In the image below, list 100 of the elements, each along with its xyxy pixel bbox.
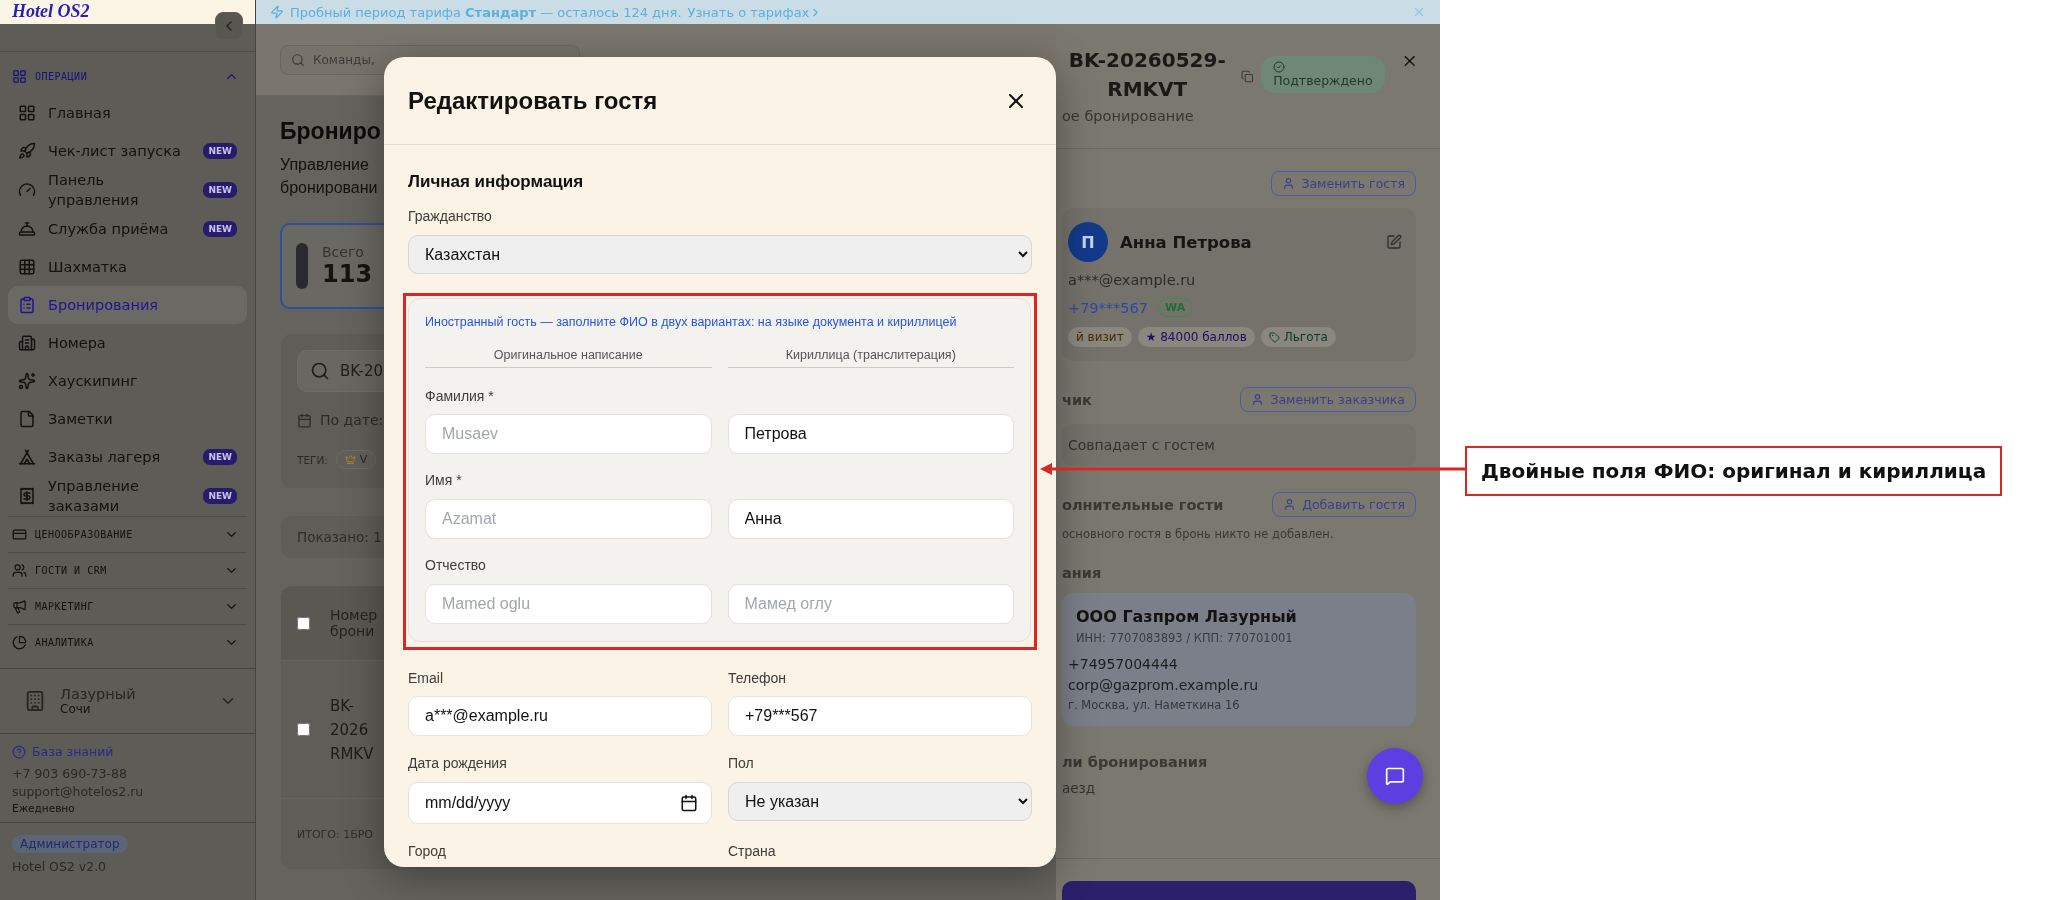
field-label: аезд xyxy=(1062,780,1097,796)
grid-icon xyxy=(12,68,27,84)
column-heading: Оригинальное написание xyxy=(425,347,712,368)
name-field[interactable]: Mamed oglu xyxy=(425,584,712,624)
field-label: Имя * xyxy=(425,471,463,489)
search-icon xyxy=(310,361,330,381)
users-icon xyxy=(12,563,27,578)
hotel-city: Сочи xyxy=(60,702,92,716)
booking-number: BK-2026 RMKV xyxy=(330,695,375,765)
field-label: Страна xyxy=(728,842,777,860)
nav-item[interactable]: Главная xyxy=(8,94,247,132)
company-ids: ИНН: 7707083893 / КПП: 770701001 xyxy=(1075,631,1294,645)
annotation-label: Двойные поля ФИО: оригинал и кириллица xyxy=(1465,446,2003,496)
date-field[interactable]: mm/dd/yyyy xyxy=(408,782,712,824)
field-label: Email xyxy=(408,669,444,687)
calendar-icon[interactable] xyxy=(680,794,698,812)
company-phone: +74957004444 xyxy=(1068,656,1179,672)
company-name: ООО Газпром Лазурный xyxy=(1075,607,1298,626)
company-email: corp@gazprom.example.ru xyxy=(1068,677,1260,693)
pricing-link[interactable]: Узнать о тарифах xyxy=(687,4,823,20)
guest-email: a***@example.ru xyxy=(1068,272,1196,288)
user-icon xyxy=(1251,393,1265,406)
guest-tag: ★ 84000 баллов xyxy=(1137,327,1255,347)
replace-customer-button[interactable]: Заменить заказчика xyxy=(1240,387,1416,412)
banner-text: Пробный период тарифа Стандарт — осталось 124 дня. xyxy=(290,4,682,20)
name-field[interactable]: Мамед оглу xyxy=(727,584,1014,624)
nav-section-header[interactable]: ГОСТИ И CRM xyxy=(8,552,247,588)
nav-item[interactable]: Управление заказами NEW xyxy=(8,476,247,516)
booking-subtitle: ое бронирование xyxy=(1061,107,1195,124)
user-icon xyxy=(1282,177,1296,190)
lightning-icon xyxy=(270,5,284,19)
field-label: Отчество xyxy=(425,556,487,574)
close-icon xyxy=(1412,5,1426,19)
collapse-button[interactable] xyxy=(215,12,243,40)
edit-icon[interactable] xyxy=(1386,234,1402,250)
new-badge: NEW xyxy=(203,182,237,198)
hotel-selector[interactable]: Лазурный Сочи xyxy=(0,668,255,734)
new-badge: NEW xyxy=(203,143,237,159)
card-icon xyxy=(12,527,27,542)
chat-icon xyxy=(1385,766,1405,786)
nav-item[interactable]: Служба приёма NEW xyxy=(8,210,247,248)
customer-note: Совпадает с гостем xyxy=(1062,424,1416,466)
name-field[interactable]: Петрова xyxy=(727,414,1014,454)
stat-value: 113 xyxy=(322,260,373,288)
calendar-icon xyxy=(297,412,312,428)
row-checkbox[interactable] xyxy=(297,723,310,736)
chat-button[interactable] xyxy=(1367,748,1423,804)
tent-icon xyxy=(18,448,36,466)
gender-select[interactable]: Не указан xyxy=(728,782,1032,821)
guest-phone[interactable]: +79***567 xyxy=(1068,299,1149,316)
nav-item[interactable]: Заметки xyxy=(8,400,247,438)
page-subtitle: Управление xyxy=(280,155,369,175)
stat-indicator xyxy=(296,243,308,289)
nav-section-header[interactable]: АНАЛИТИКА xyxy=(8,624,247,660)
crown-icon xyxy=(344,454,356,465)
new-badge: NEW xyxy=(203,449,237,465)
select-all-checkbox[interactable] xyxy=(297,616,310,630)
add-guest-button[interactable]: Добавить гостя xyxy=(1272,492,1416,517)
rocket-icon xyxy=(18,142,36,160)
grid-icon xyxy=(18,258,36,276)
field-label: Пол xyxy=(728,754,755,772)
nav-item[interactable]: Хаускипинг xyxy=(8,362,247,400)
nav-item[interactable]: Чек-лист запуска NEW xyxy=(8,132,247,170)
name-field[interactable]: Musaev xyxy=(425,414,712,454)
file-icon xyxy=(18,410,36,428)
sparkles-icon xyxy=(18,372,36,390)
nav-section-header[interactable]: ЦЕНООБРАЗОВАНИЕ xyxy=(8,516,247,552)
new-badge: NEW xyxy=(203,221,237,237)
foreign-guest-hint: Иностранный гость — заполните ФИО в двух вариантах: на языке документа и кириллицей xyxy=(425,314,958,330)
gauge-icon xyxy=(18,181,36,199)
name-field[interactable]: Анна xyxy=(727,499,1014,539)
nav-section-header[interactable]: МАРКЕТИНГ xyxy=(8,588,247,624)
text-field[interactable]: +79***567 xyxy=(728,696,1032,736)
receipt-icon xyxy=(18,487,36,505)
nav-item[interactable]: Номера xyxy=(8,324,247,362)
section-heading: ания xyxy=(1062,565,1103,581)
name-field[interactable]: Azamat xyxy=(425,499,712,539)
guest-tag: й визит xyxy=(1068,327,1132,347)
field-label: Телефон xyxy=(728,669,788,687)
copy-icon xyxy=(1240,70,1254,83)
grid-icon xyxy=(18,104,36,122)
dialog-title: Редактировать гостя xyxy=(408,86,658,115)
help-icon xyxy=(12,744,26,759)
megaphone-icon xyxy=(12,599,27,614)
support-hours: Ежедневно xyxy=(12,802,76,814)
text-field[interactable]: a***@example.ru xyxy=(408,696,712,736)
nav-item[interactable]: Шахматка xyxy=(8,248,247,286)
booking-title: BK-20260529-RMKVT xyxy=(1067,47,1227,103)
nav-section-header[interactable]: ОПЕРАЦИИ xyxy=(8,58,247,94)
clipboard-icon xyxy=(18,296,36,314)
field-label: Дата рождения xyxy=(408,754,508,772)
citizenship-select[interactable]: Казахстан xyxy=(408,235,1032,274)
nav-item[interactable]: Бронирования xyxy=(8,286,247,324)
replace-guest-button[interactable]: Заменить гостя xyxy=(1271,171,1416,196)
nav-item[interactable]: Панель управления NEW xyxy=(8,170,247,210)
guest-name: Анна Петрова xyxy=(1120,232,1253,252)
check-circle-icon xyxy=(1273,61,1286,73)
role-badge: Администратор xyxy=(12,835,128,853)
section-heading: чик xyxy=(1062,391,1092,408)
nav-item[interactable]: Заказы лагеря NEW xyxy=(8,438,247,476)
